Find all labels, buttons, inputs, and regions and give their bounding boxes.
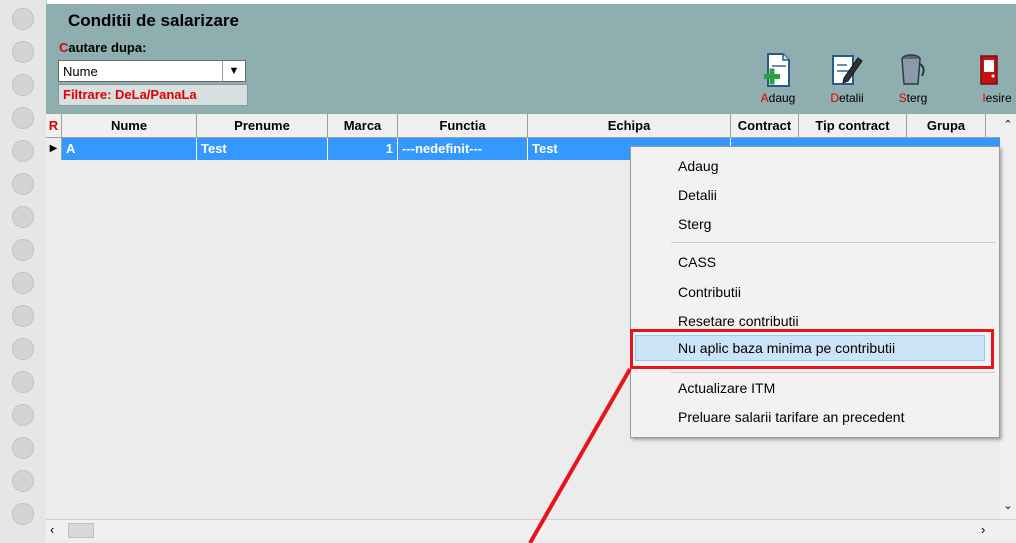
spiral-hole <box>12 404 34 426</box>
filter-range-button[interactable]: Filtrare: DeLa/PanaLa <box>58 84 248 106</box>
column-header-functia[interactable]: Functia <box>398 114 528 137</box>
delete-button[interactable]: Sterg <box>878 48 948 110</box>
spiral-hole <box>12 371 34 393</box>
search-label: Cautare dupa: <box>59 40 146 55</box>
cell-nume[interactable]: A <box>62 138 197 160</box>
edit-document-icon <box>832 55 863 85</box>
details-button[interactable]: Detalii <box>812 48 882 110</box>
spiral-hole <box>12 470 34 492</box>
column-header-r[interactable]: R <box>46 114 62 137</box>
cell-functia[interactable]: ---nedefinit--- <box>398 138 528 160</box>
scroll-down-icon[interactable]: ⌄ <box>1000 499 1016 512</box>
exit-door-icon <box>980 55 998 85</box>
horizontal-scroll-thumb[interactable] <box>68 523 94 538</box>
horizontal-scrollbar[interactable]: ‹ › <box>46 519 1016 540</box>
menu-separator <box>671 372 995 373</box>
context-menu: Adaug Detalii Sterg CASS Contributii Res… <box>630 146 1000 438</box>
menu-item-cass[interactable]: CASS <box>631 250 999 274</box>
menu-item-preluare-salarii[interactable]: Preluare salarii tarifare an precedent <box>631 405 999 429</box>
search-field-select[interactable]: Nume ▼ <box>58 60 246 82</box>
exit-button-label: Iesire <box>982 91 1012 105</box>
scroll-left-icon[interactable]: ‹ <box>50 522 54 537</box>
spiral-hole <box>12 437 34 459</box>
column-header-marca[interactable]: Marca <box>328 114 398 137</box>
add-button-label: Adaug <box>760 91 796 105</box>
notebook-spiral <box>0 0 47 543</box>
add-document-icon <box>764 53 790 87</box>
window-title: Conditii de salarizare <box>68 11 239 30</box>
menu-item-sterg[interactable]: Sterg <box>631 212 999 236</box>
menu-item-contributii[interactable]: Contributii <box>631 280 999 304</box>
spiral-hole <box>12 41 34 63</box>
row-indicator-icon: ▶ <box>46 138 62 160</box>
menu-item-adaug[interactable]: Adaug <box>631 154 999 178</box>
highlight-box <box>630 329 994 369</box>
spiral-hole <box>12 8 34 30</box>
scroll-up-icon[interactable]: ⌃ <box>1000 118 1016 131</box>
spiral-hole <box>12 503 34 525</box>
scroll-right-icon[interactable]: › <box>981 522 985 537</box>
column-header-echipa[interactable]: Echipa <box>528 114 731 137</box>
add-button[interactable]: Adaug <box>743 48 813 110</box>
trash-can-icon <box>901 54 925 85</box>
menu-item-actualizare-itm[interactable]: Actualizare ITM <box>631 376 999 400</box>
column-header-contract[interactable]: Contract <box>731 114 799 137</box>
grid-header: R Nume Prenume Marca Functia Echipa Cont… <box>46 114 1000 138</box>
column-header-nume[interactable]: Nume <box>62 114 197 137</box>
spiral-hole <box>12 206 34 228</box>
spiral-hole <box>12 272 34 294</box>
cell-prenume[interactable]: Test <box>197 138 328 160</box>
spiral-hole <box>12 239 34 261</box>
vertical-scrollbar[interactable]: ⌃ ⌄ <box>1000 114 1016 519</box>
spiral-hole <box>12 74 34 96</box>
spiral-hole <box>12 338 34 360</box>
column-header-tip-contract[interactable]: Tip contract <box>799 114 907 137</box>
dropdown-arrow-icon[interactable]: ▼ <box>222 61 245 81</box>
column-header-prenume[interactable]: Prenume <box>197 114 328 137</box>
header-band: Conditii de salarizare Cautare dupa: Num… <box>46 4 1016 114</box>
spiral-hole <box>12 173 34 195</box>
exit-button[interactable]: Iesire <box>942 48 1012 110</box>
spiral-hole <box>12 107 34 129</box>
spiral-hole <box>12 140 34 162</box>
details-button-label: Detalii <box>830 91 864 105</box>
column-header-grupa[interactable]: Grupa <box>907 114 986 137</box>
menu-item-detalii[interactable]: Detalii <box>631 183 999 207</box>
search-field-value: Nume <box>63 64 98 79</box>
search-label-hotkey: C <box>59 40 69 55</box>
cell-marca[interactable]: 1 <box>328 138 398 160</box>
search-label-text: autare dupa: <box>68 40 147 55</box>
spiral-hole <box>12 305 34 327</box>
delete-button-label: Sterg <box>898 91 928 105</box>
menu-separator <box>671 242 995 243</box>
